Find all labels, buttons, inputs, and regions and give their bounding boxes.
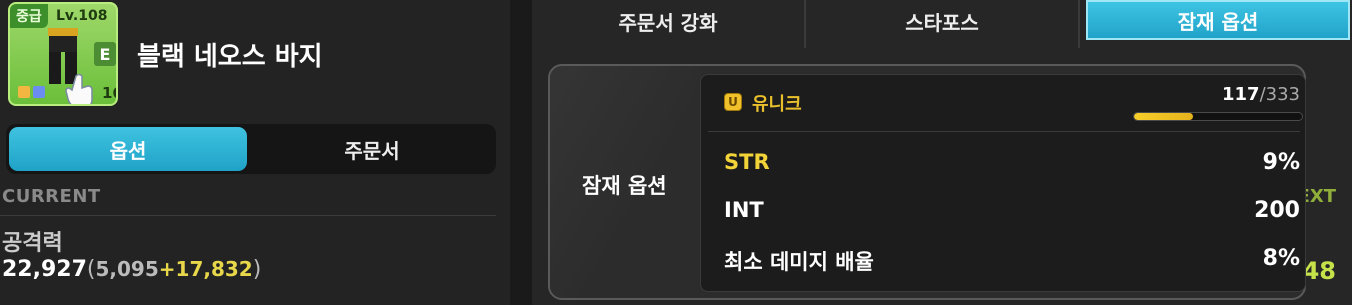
- paren-close: ): [252, 257, 262, 282]
- potential-counter: 117/333: [1222, 84, 1300, 105]
- option-name: STR: [724, 150, 770, 174]
- potential-option-row: 최소 데미지 배율 8%: [724, 246, 1300, 276]
- item-thumbnail[interactable]: 중급 Lv.108 E 16: [8, 2, 118, 106]
- compare-divider: [0, 215, 496, 216]
- option-name: INT: [724, 198, 764, 222]
- potential-option-row: STR 9%: [724, 150, 1300, 180]
- slot-number: 16: [102, 84, 116, 102]
- stat-current-values: 22,927(5,095+17,832): [2, 257, 261, 282]
- slot-squares: [18, 86, 45, 98]
- item-grade-badge: 중급: [10, 4, 48, 28]
- option-value: 9%: [1262, 150, 1300, 175]
- counter-current: 117: [1222, 84, 1260, 105]
- potential-grade: 유니크: [752, 94, 802, 115]
- pointer-hand-icon: [65, 73, 93, 104]
- option-value: 8%: [1262, 246, 1300, 271]
- tab-option[interactable]: 옵션: [9, 127, 247, 171]
- tab-scroll-enhance[interactable]: 주문서 강화: [532, 0, 804, 42]
- tab-scroll[interactable]: 주문서: [250, 127, 494, 171]
- counter-max: /333: [1259, 84, 1300, 105]
- potential-progress-bar: [1133, 112, 1303, 121]
- potential-option-row: INT 200: [724, 198, 1300, 228]
- stat-current-total: 22,927: [2, 257, 87, 282]
- stat-name: 공격력: [2, 231, 63, 256]
- current-label: CURRENT: [2, 186, 101, 207]
- left-tab-group: 옵션 주문서: [6, 124, 496, 174]
- item-name: 블랙 네오스 바지: [137, 42, 323, 72]
- option-value: 200: [1254, 198, 1300, 223]
- potential-panel-label: 잠재 옵션: [582, 174, 667, 198]
- potential-progress-fill: [1134, 113, 1193, 120]
- potential-divider: [708, 131, 1300, 132]
- e-badge: E: [94, 42, 116, 66]
- stat-bonus: +17,832: [158, 257, 253, 281]
- stat-base: 5,095: [95, 257, 159, 281]
- panel-divider: [510, 0, 532, 305]
- paren-open: (: [86, 257, 96, 282]
- tab-separator: [1078, 0, 1080, 48]
- unique-grade-icon: U: [724, 93, 742, 111]
- item-level-badge: Lv.108: [56, 8, 108, 24]
- tab-starforce[interactable]: 스타포스: [806, 0, 1078, 42]
- tab-potential[interactable]: 잠재 옵션: [1086, 0, 1350, 40]
- option-name: 최소 데미지 배율: [724, 250, 874, 274]
